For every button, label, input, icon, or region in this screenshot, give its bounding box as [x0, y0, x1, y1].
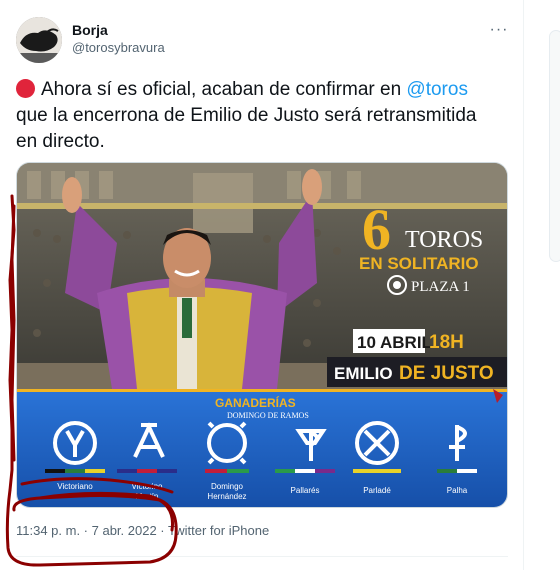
- tweet-media-image[interactable]: 6 TOROS EN SOLITARIO PLAZA 1 10 ABRIL 18…: [16, 162, 508, 508]
- tweet-text-part1: Ahora sí es oficial, acaban de confirmar…: [41, 79, 407, 100]
- ranch-name-3: Domingo: [211, 482, 244, 491]
- tweet-source[interactable]: Twitter for iPhone: [168, 523, 269, 538]
- ranch-name-1: Victoriano: [57, 482, 93, 491]
- poster-name-last-text: DE JUSTO: [399, 363, 494, 384]
- tweet-timestamp[interactable]: 11:34 p. m. · 7 abr. 2022: [16, 523, 157, 538]
- tweet-header: Borja @torosybravura ···: [16, 17, 510, 63]
- red-circle-emoji-icon: [16, 79, 35, 98]
- more-options-icon[interactable]: ···: [488, 19, 510, 41]
- ranch-name-3b: Hernández: [207, 492, 246, 501]
- tweet-text-part2: que la encerrona de Emilio de Justo será…: [16, 105, 477, 152]
- user-handle[interactable]: @torosybravura: [72, 39, 165, 57]
- poster-toros-text: TOROS: [405, 227, 483, 253]
- ranch-name-5: Parladé: [363, 486, 391, 495]
- tweet-text: Ahora sí es oficial, acaban de confirmar…: [16, 77, 502, 155]
- tweet-meta: 11:34 p. m. · 7 abr. 2022 · Twitter for …: [16, 522, 269, 540]
- ranch-name-2: Victorino: [132, 482, 164, 491]
- display-name[interactable]: Borja: [72, 21, 165, 39]
- poster-name-first-text: EMILIO: [334, 364, 393, 383]
- mention-link[interactable]: @toros: [406, 79, 468, 100]
- poster-date-text: 10 ABRIL: [357, 333, 432, 352]
- poster-ganaderias-text: GANADERÍAS: [215, 395, 296, 410]
- avatar-image: [16, 17, 62, 63]
- poster-plaza-text: PLAZA 1: [411, 279, 470, 295]
- tweet-column: Borja @torosybravura ··· Ahora sí es ofi…: [0, 0, 524, 570]
- avatar[interactable]: [16, 17, 62, 63]
- ranch-name-6: Palha: [447, 486, 468, 495]
- poster-domingo-text: DOMINGO DE RAMOS: [227, 411, 309, 420]
- ranch-name-2b: Martín: [136, 492, 159, 501]
- poster-count-text: 6: [362, 197, 391, 262]
- poster-time-text: 18H: [429, 332, 464, 353]
- ranch-name-4: Pallarés: [291, 486, 320, 495]
- sidebar-card: [549, 30, 560, 262]
- divider: [16, 556, 508, 557]
- poster-solitario-text: EN SOLITARIO: [359, 254, 479, 273]
- bullfight-poster: 6 TOROS EN SOLITARIO PLAZA 1 10 ABRIL 18…: [17, 163, 507, 507]
- meta-separator: ·: [156, 523, 169, 538]
